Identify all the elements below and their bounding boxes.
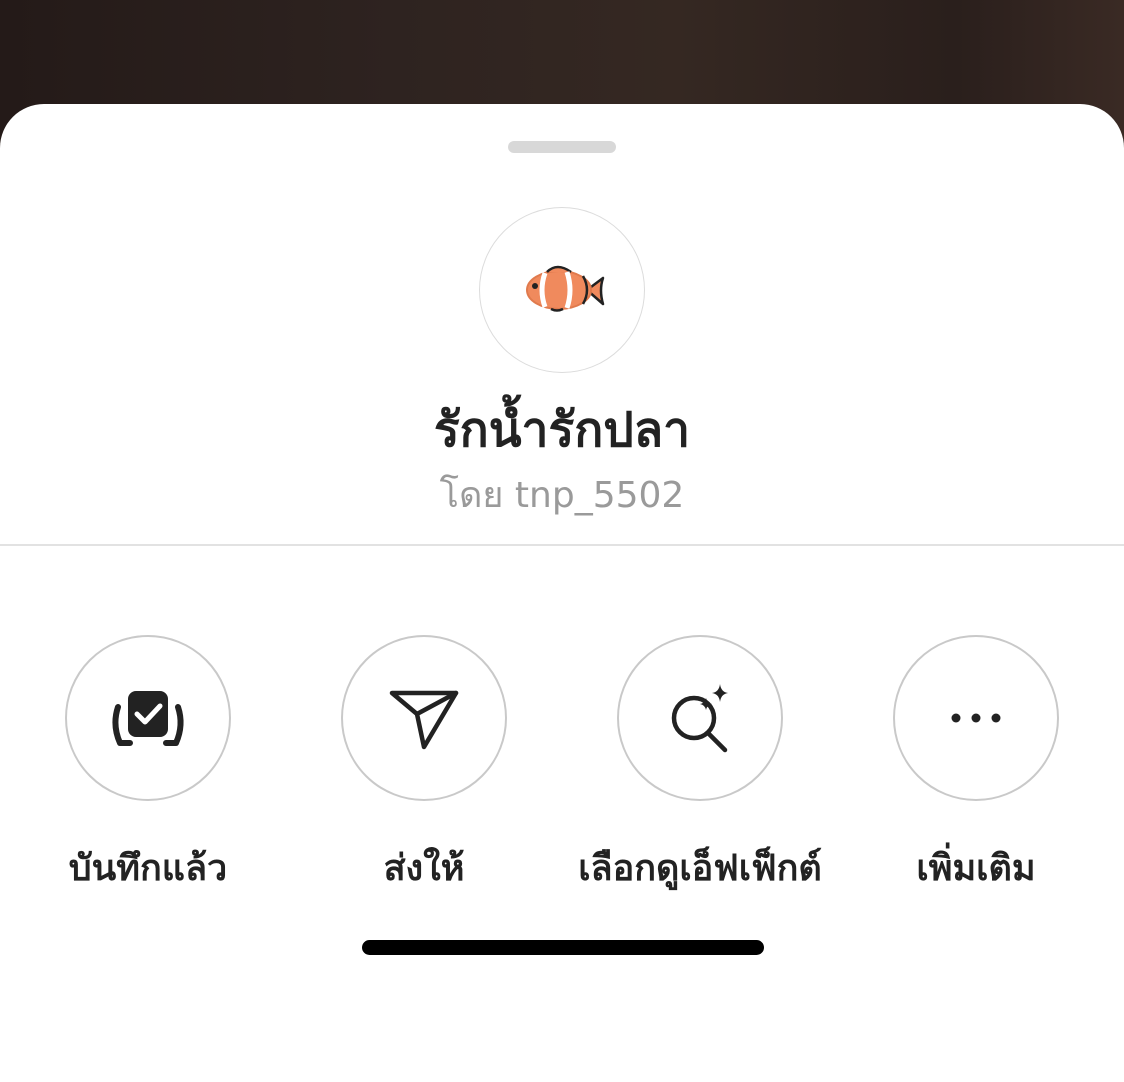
effect-creator[interactable]: โดย tnp_5502 (0, 466, 1124, 523)
saved-action[interactable]: บันทึกแล้ว (8, 635, 288, 896)
sheet-grabber[interactable] (508, 141, 616, 153)
divider (0, 544, 1124, 546)
send-action[interactable]: ส่งให้ (284, 635, 564, 896)
more-icon (951, 713, 1001, 723)
browse-effects-icon (671, 684, 728, 753)
more-button[interactable] (893, 635, 1059, 801)
browse-effects-button[interactable] (617, 635, 783, 801)
send-label: ส่งให้ (383, 848, 465, 889)
browse-effects-label: เลือกดูเอ็ฟเฟ็กต์ (578, 848, 822, 889)
clownfish-icon (526, 265, 605, 312)
effect-thumbnail (479, 207, 645, 373)
more-action[interactable]: เพิ่มเติม (836, 635, 1116, 896)
effect-title: รักน้ำรักปลา (433, 402, 691, 458)
send-icon (389, 690, 459, 750)
saved-button[interactable] (65, 635, 231, 801)
saved-label: บันทึกแล้ว (68, 848, 228, 889)
effect-bottom-sheet: รักน้ำรักปลา โดย tnp_5502 บันทึกแล้ว ส่ง… (0, 104, 1124, 1082)
browse-effects-action[interactable]: เลือกดูเอ็ฟเฟ็กต์ (560, 635, 840, 896)
send-button[interactable] (341, 635, 507, 801)
more-label: เพิ่มเติม (916, 848, 1036, 889)
saved-check-icon (112, 691, 184, 746)
home-indicator[interactable] (362, 940, 764, 955)
